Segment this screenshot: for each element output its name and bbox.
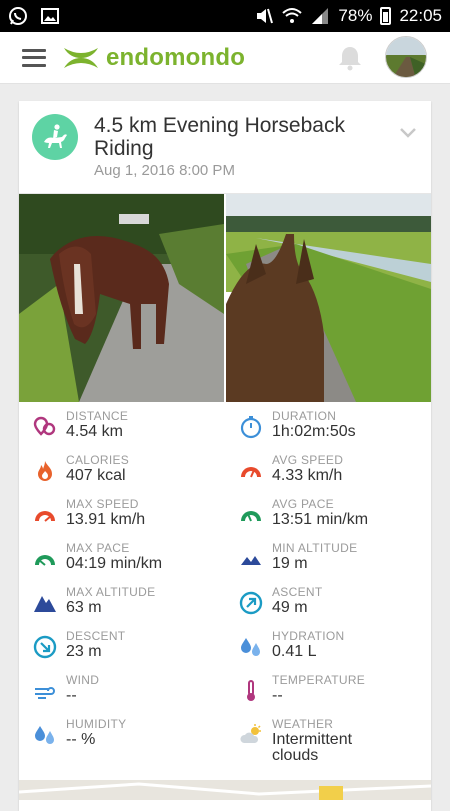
- workout-card[interactable]: 4.5 km Evening Horseback Riding Aug 1, 2…: [19, 101, 431, 811]
- stat-label: MAX ALTITUDE: [66, 585, 156, 599]
- distance-pins-icon: [33, 416, 56, 436]
- stat-max-speed: MAX SPEED 13.91 km/h: [33, 497, 233, 541]
- stat-temperature: TEMPERATURE --: [239, 673, 439, 717]
- stat-label: MIN ALTITUDE: [272, 541, 358, 555]
- stat-hydration: HYDRATION 0.41 L: [239, 629, 439, 673]
- stat-value: 63 m: [66, 599, 102, 616]
- stat-wind: WIND --: [33, 673, 233, 717]
- horse-riding-icon: [32, 114, 78, 160]
- stat-humidity: HUMIDITY -- %: [33, 717, 233, 761]
- stat-ascent: ASCENT 49 m: [239, 585, 439, 629]
- notifications-bell-icon[interactable]: [336, 44, 364, 72]
- activity-date: Aug 1, 2016 8:00 PM: [94, 162, 235, 179]
- cell-signal-icon: [310, 6, 330, 26]
- stat-label: HYDRATION: [272, 629, 345, 643]
- stat-value: 4.54 km: [66, 423, 123, 440]
- app-bar: endomondo: [0, 32, 450, 84]
- stat-avg-speed: AVG SPEED 4.33 km/h: [239, 453, 439, 497]
- stat-label: ASCENT: [272, 585, 323, 599]
- max-speed-icon: [35, 511, 55, 522]
- stat-label: AVG SPEED: [272, 453, 344, 467]
- activity-title: 4.5 km Evening Horseback Riding: [94, 114, 345, 160]
- status-bar: 78% 22:05: [0, 0, 450, 32]
- stat-duration: DURATION 1h:02m:50s: [239, 409, 439, 453]
- stat-label: TEMPERATURE: [272, 673, 366, 687]
- photo-horse-on-road[interactable]: [19, 194, 224, 402]
- stat-value: 13.91 km/h: [66, 511, 146, 528]
- stat-distance: DISTANCE 4.54 km: [33, 409, 233, 453]
- chevron-down-icon[interactable]: [399, 127, 417, 139]
- humidity-icon: [35, 726, 54, 744]
- battery-icon: [380, 7, 392, 25]
- card-header: 4.5 km Evening Horseback Riding Aug 1, 2…: [19, 101, 431, 193]
- speedometer-icon: [241, 467, 261, 478]
- avg-pace-icon: [241, 511, 261, 522]
- stat-weather: WEATHER Intermittent clouds: [239, 717, 439, 777]
- ascent-icon: [239, 591, 263, 615]
- stat-label: DESCENT: [66, 629, 126, 643]
- menu-icon[interactable]: [22, 48, 46, 67]
- stat-label: DURATION: [272, 409, 337, 423]
- stat-value: 19 m: [272, 555, 308, 572]
- stat-label: DISTANCE: [66, 409, 129, 423]
- flame-icon: [38, 461, 52, 481]
- stat-value: 4.33 km/h: [272, 467, 343, 484]
- stat-value: 407 kcal: [66, 467, 126, 484]
- stat-label: WEATHER: [272, 717, 334, 731]
- stat-value: 23 m: [66, 643, 102, 660]
- app-name: endomondo: [106, 43, 246, 71]
- weather-cloud-sun-icon: [240, 724, 261, 743]
- max-pace-icon: [35, 555, 55, 566]
- stat-max-pace: MAX PACE 04:19 min/km: [33, 541, 233, 585]
- wifi-icon: [282, 6, 303, 26]
- stat-label: HUMIDITY: [66, 717, 127, 731]
- route-map-preview[interactable]: [19, 780, 431, 800]
- water-drops-icon: [241, 638, 260, 656]
- stat-label: WIND: [66, 673, 100, 687]
- stat-label: CALORIES: [66, 453, 130, 467]
- stat-value: 0.41 L: [272, 643, 317, 660]
- stat-value: -- %: [66, 731, 96, 748]
- descent-icon: [33, 635, 57, 659]
- mute-icon: [254, 6, 274, 26]
- stat-value: 1h:02m:50s: [272, 423, 356, 440]
- stat-value: --: [66, 687, 77, 704]
- stat-label: MAX PACE: [66, 541, 130, 555]
- gallery-icon: [40, 6, 60, 26]
- stat-label: MAX SPEED: [66, 497, 139, 511]
- max-altitude-icon: [34, 596, 56, 612]
- stat-min-altitude: MIN ALTITUDE 19 m: [239, 541, 439, 585]
- battery-percent: 78%: [338, 6, 373, 25]
- stat-value-line2: clouds: [272, 747, 319, 764]
- photo-field-canal[interactable]: [226, 194, 431, 402]
- endomondo-logo[interactable]: endomondo: [62, 44, 245, 72]
- stat-value: 49 m: [272, 599, 308, 616]
- whatsapp-icon: [8, 6, 28, 26]
- clock: 22:05: [399, 6, 442, 25]
- stat-max-altitude: MAX ALTITUDE 63 m: [33, 585, 233, 629]
- avatar[interactable]: [385, 36, 427, 78]
- thermometer-icon: [247, 680, 255, 701]
- photo-strip: [19, 193, 431, 402]
- stat-value: --: [272, 687, 283, 704]
- stat-label: AVG PACE: [272, 497, 334, 511]
- wind-icon: [35, 687, 55, 699]
- stat-value: 04:19 min/km: [66, 555, 163, 572]
- stat-avg-pace: AVG PACE 13:51 min/km: [239, 497, 439, 541]
- stat-value: 13:51 min/km: [272, 511, 369, 528]
- under-armour-logo-icon: [64, 47, 98, 68]
- min-altitude-icon: [241, 556, 261, 565]
- stopwatch-icon: [240, 416, 262, 439]
- stat-calories: CALORIES 407 kcal: [33, 453, 233, 497]
- stat-descent: DESCENT 23 m: [33, 629, 233, 673]
